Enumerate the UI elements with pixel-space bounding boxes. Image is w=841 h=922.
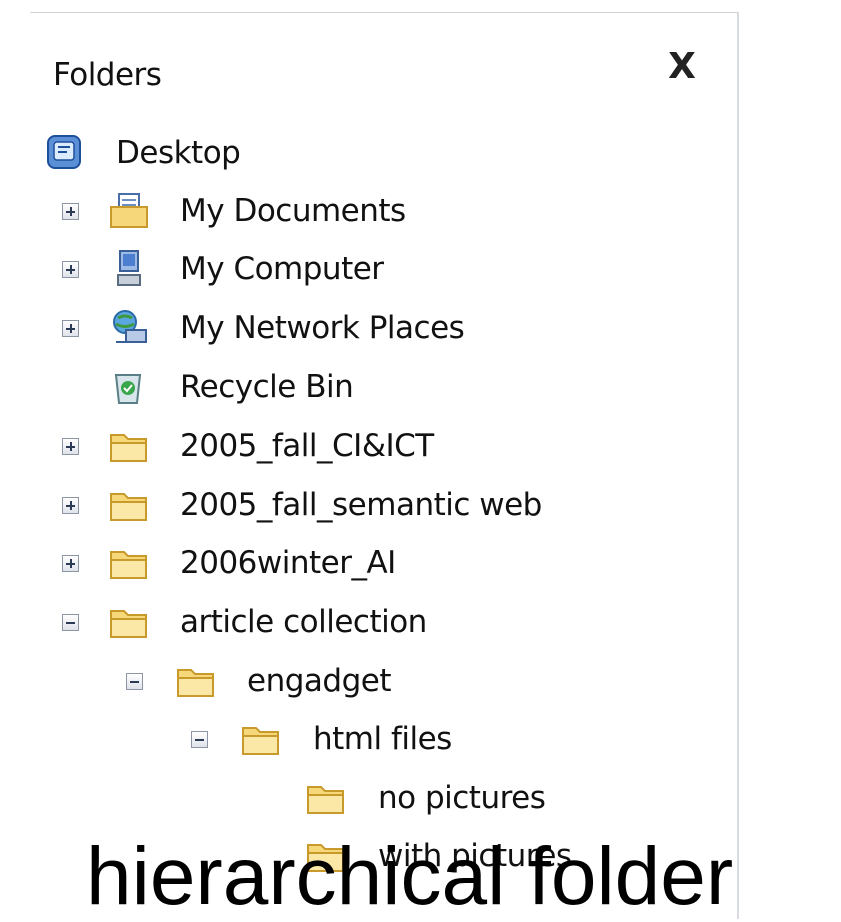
tree-item-label: My Computer [180, 251, 384, 287]
my-documents-icon [108, 191, 150, 231]
folder-icon [108, 426, 150, 466]
folder-icon [305, 778, 347, 818]
folder-icon [108, 485, 150, 525]
tree-item-label: Desktop [116, 135, 241, 171]
expand-icon[interactable] [62, 555, 79, 572]
folder-icon [108, 543, 150, 583]
recycle-bin-icon [108, 367, 150, 407]
desktop-icon [44, 133, 86, 173]
tree-item-label: no pictures [378, 780, 546, 816]
tree-item-label: 2006winter_AI [180, 545, 396, 581]
folder-icon [175, 661, 217, 701]
expand-icon[interactable] [62, 497, 79, 514]
network-places-icon [108, 308, 150, 348]
folders-pane: Folders X Desktop My Documents My Computer… [30, 12, 739, 919]
folder-icon [108, 602, 150, 642]
expand-icon[interactable] [62, 203, 79, 220]
expand-icon[interactable] [62, 438, 79, 455]
tree-item-label: My Documents [180, 193, 406, 229]
folders-pane-header: Folders X [30, 13, 737, 111]
expand-icon[interactable] [62, 261, 79, 278]
folder-icon [240, 719, 282, 759]
tree-item-label: article collection [180, 604, 427, 640]
collapse-icon[interactable] [191, 731, 208, 748]
collapse-icon[interactable] [126, 673, 143, 690]
tree-item-label: html files [313, 721, 452, 757]
tree-item-label: 2005_fall_CI&ICT [180, 428, 434, 464]
tree-item-label: 2005_fall_semantic web [180, 487, 542, 523]
tree-item-label: engadget [247, 663, 391, 699]
slide-caption: hierarchical folder [86, 831, 734, 922]
folders-pane-title: Folders [53, 57, 162, 93]
my-computer-icon [108, 249, 150, 289]
tree-item-label: My Network Places [180, 310, 465, 346]
close-button[interactable]: X [664, 49, 700, 85]
expand-icon[interactable] [62, 320, 79, 337]
collapse-icon[interactable] [62, 614, 79, 631]
tree-item-label: Recycle Bin [180, 369, 354, 405]
